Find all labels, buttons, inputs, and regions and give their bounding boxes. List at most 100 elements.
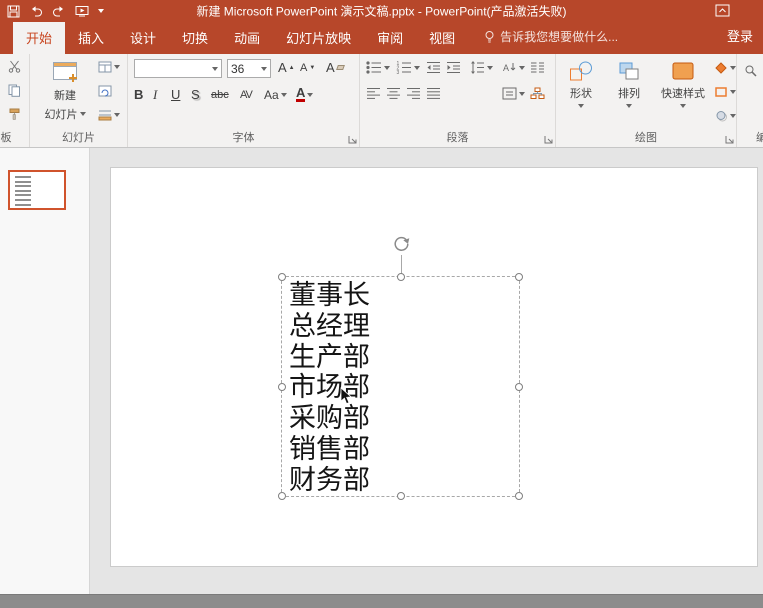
reset-button[interactable] [98, 85, 112, 97]
group-editing: 编辑 [737, 54, 763, 147]
align-text-button[interactable] [502, 87, 525, 100]
svg-text:A: A [503, 63, 509, 73]
increase-font-size-button[interactable]: A▲ [278, 60, 295, 75]
tab-slideshow[interactable]: 幻灯片放映 [273, 22, 364, 54]
svg-text:3: 3 [397, 70, 400, 74]
section-button[interactable] [98, 109, 120, 121]
numbering-button[interactable]: 123 [396, 61, 420, 74]
align-center-button[interactable] [386, 87, 401, 100]
dropdown-caret [307, 93, 313, 97]
italic-button[interactable]: I [153, 87, 157, 103]
textbox-line: 销售部 [289, 434, 519, 465]
font-name-combobox[interactable] [134, 59, 222, 78]
dropdown-caret [114, 113, 120, 117]
tab-design[interactable]: 设计 [117, 22, 169, 54]
tab-view[interactable]: 视图 [416, 22, 468, 54]
character-spacing-button[interactable]: AV [240, 89, 252, 101]
redo-icon[interactable] [52, 5, 66, 17]
group-clipboard: 剪贴板 [0, 54, 30, 147]
decrease-indent-button[interactable] [426, 61, 441, 74]
resize-handle-left[interactable] [278, 383, 286, 391]
resize-handle-top-right[interactable] [515, 273, 523, 281]
text-direction-button[interactable]: A [502, 61, 525, 74]
resize-handle-top-left[interactable] [278, 273, 286, 281]
layout-button[interactable] [98, 61, 120, 73]
new-slide-icon [51, 60, 79, 84]
line-spacing-button[interactable] [470, 61, 493, 74]
slide-thumbnail[interactable] [8, 170, 66, 210]
find-icon[interactable] [744, 64, 757, 77]
group-paragraph: 123 A 段落 [360, 54, 556, 147]
align-left-button[interactable] [366, 87, 381, 100]
rotation-handle-icon[interactable] [391, 234, 410, 253]
shapes-button[interactable]: 形状 [558, 56, 604, 108]
dropdown-caret [261, 67, 267, 71]
shape-outline-button[interactable] [714, 86, 736, 98]
resize-handle-top[interactable] [397, 273, 405, 281]
clear-formatting-button[interactable]: A [326, 60, 344, 75]
textbox-line: 财务部 [289, 465, 519, 496]
new-slide-button[interactable]: 新建 幻灯片 [36, 56, 94, 122]
justify-button[interactable] [426, 87, 441, 100]
dropdown-caret [730, 90, 736, 94]
strikethrough-button[interactable]: abc [211, 89, 229, 101]
eraser-icon [336, 65, 345, 70]
tab-animations[interactable]: 动画 [221, 22, 273, 54]
tab-review[interactable]: 审阅 [364, 22, 416, 54]
quick-styles-button[interactable]: 快速样式 [654, 56, 712, 108]
resize-handle-bottom-right[interactable] [515, 492, 523, 500]
bullets-button[interactable] [366, 61, 390, 74]
text-shadow-button[interactable]: S [191, 87, 200, 102]
quick-access-toolbar [0, 5, 104, 18]
group-drawing: 形状 排列 快速样式 绘图 [556, 54, 737, 147]
dropdown-caret [487, 66, 493, 70]
group-label-drawing: 绘图 [556, 129, 736, 145]
underline-button[interactable]: U [171, 87, 180, 102]
undo-icon[interactable] [29, 5, 43, 17]
quick-styles-icon [671, 60, 695, 82]
slide[interactable]: 董事长 总经理 生产部 市场部 采购部 销售部 财务部 [110, 167, 758, 567]
font-size-value: 36 [231, 62, 261, 76]
align-right-button[interactable] [406, 87, 421, 100]
increase-indent-button[interactable] [446, 61, 461, 74]
convert-to-smartart-button[interactable] [530, 87, 545, 100]
window-title: 新建 Microsoft PowerPoint 演示文稿.pptx - Powe… [196, 3, 566, 20]
tab-insert[interactable]: 插入 [65, 22, 117, 54]
textbox-line: 生产部 [289, 342, 519, 373]
shape-effects-button[interactable] [714, 110, 736, 122]
mouse-cursor-icon [340, 387, 352, 405]
new-slide-label-line1: 新建 [54, 87, 76, 103]
dropdown-caret [519, 66, 525, 70]
group-label-clipboard: 剪贴板 [0, 129, 25, 145]
resize-handle-right[interactable] [515, 383, 523, 391]
font-color-swatch: A [296, 87, 305, 102]
group-label-editing: 编辑 [745, 129, 763, 145]
resize-handle-bottom[interactable] [397, 492, 405, 500]
decrease-font-size-button[interactable]: A▼ [300, 62, 315, 74]
copy-icon[interactable] [8, 84, 21, 97]
tellme-box[interactable]: 告诉我您想要做什么... [484, 28, 618, 54]
new-slide-label-line2: 幻灯片 [45, 106, 78, 122]
arrange-icon [617, 60, 641, 82]
tab-transitions[interactable]: 切换 [169, 22, 221, 54]
shape-fill-button[interactable] [714, 62, 736, 74]
tellme-label: 告诉我您想要做什么... [500, 28, 618, 45]
selected-textbox[interactable]: 董事长 总经理 生产部 市场部 采购部 销售部 财务部 [281, 276, 520, 497]
format-painter-icon[interactable] [8, 108, 21, 121]
tab-home[interactable]: 开始 [13, 22, 65, 54]
columns-button[interactable] [530, 61, 545, 74]
bold-button[interactable]: B [134, 87, 143, 102]
change-case-button[interactable]: Aa [264, 88, 287, 102]
slide-editing-area[interactable]: 董事长 总经理 生产部 市场部 采购部 销售部 财务部 [91, 148, 763, 594]
start-slideshow-icon[interactable] [75, 5, 89, 17]
save-icon[interactable] [7, 5, 20, 18]
cut-icon[interactable] [8, 60, 21, 73]
sign-in-button[interactable]: 登录 [727, 26, 753, 45]
resize-handle-bottom-left[interactable] [278, 492, 286, 500]
ribbon-display-options-icon[interactable] [715, 4, 730, 17]
arrange-button[interactable]: 排列 [606, 56, 652, 108]
dropdown-caret [680, 104, 686, 108]
font-color-button[interactable]: A [296, 87, 313, 102]
customize-qat-chevron-icon[interactable] [98, 9, 104, 13]
font-size-combobox[interactable]: 36 [227, 59, 271, 78]
